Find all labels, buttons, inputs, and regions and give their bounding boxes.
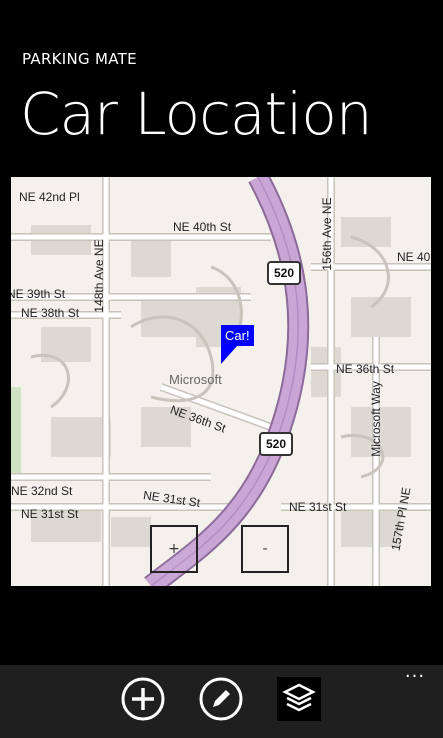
place-label: Microsoft <box>169 372 222 387</box>
street-label: NE 31st St <box>21 507 79 521</box>
add-button[interactable] <box>121 677 165 721</box>
page-title: Car Location <box>20 80 373 148</box>
street-label: 148th Ave NE <box>92 239 106 313</box>
street-label: NE 40th St <box>173 220 232 234</box>
highway-shield: 520 <box>267 261 301 285</box>
street-label: NE 40 <box>397 250 431 264</box>
layers-icon <box>277 677 321 721</box>
street-label: 156th Ave NE <box>320 197 334 271</box>
pin-pointer <box>221 346 237 364</box>
street-label: NE 38th St <box>21 306 80 320</box>
map-view[interactable]: 520 520 NE 42nd Pl 148th Ave NE NE 40th … <box>11 177 431 586</box>
street-label: NE 42nd Pl <box>19 190 80 204</box>
street-label: Microsoft Way <box>369 381 383 457</box>
car-location-pin[interactable]: Car! <box>221 325 254 364</box>
add-icon <box>121 677 165 721</box>
highway-shield: 520 <box>259 432 293 456</box>
street-label: NE 32nd St <box>11 484 73 498</box>
zoom-out-button[interactable]: - <box>241 525 289 573</box>
street-label: NE 36th St <box>336 362 395 376</box>
street-label: NE 31st St <box>289 500 347 514</box>
more-menu-button[interactable]: ... <box>401 663 429 687</box>
edit-icon <box>199 677 243 721</box>
street-label: NE 39th St <box>11 287 66 301</box>
park-area <box>11 387 21 477</box>
car-marker-label: Car! <box>221 325 254 346</box>
app-name: PARKING MATE <box>22 50 137 68</box>
edit-button[interactable] <box>199 677 243 721</box>
layers-button[interactable] <box>277 677 321 721</box>
application-bar: ... <box>0 663 443 738</box>
zoom-in-button[interactable]: + <box>150 525 198 573</box>
